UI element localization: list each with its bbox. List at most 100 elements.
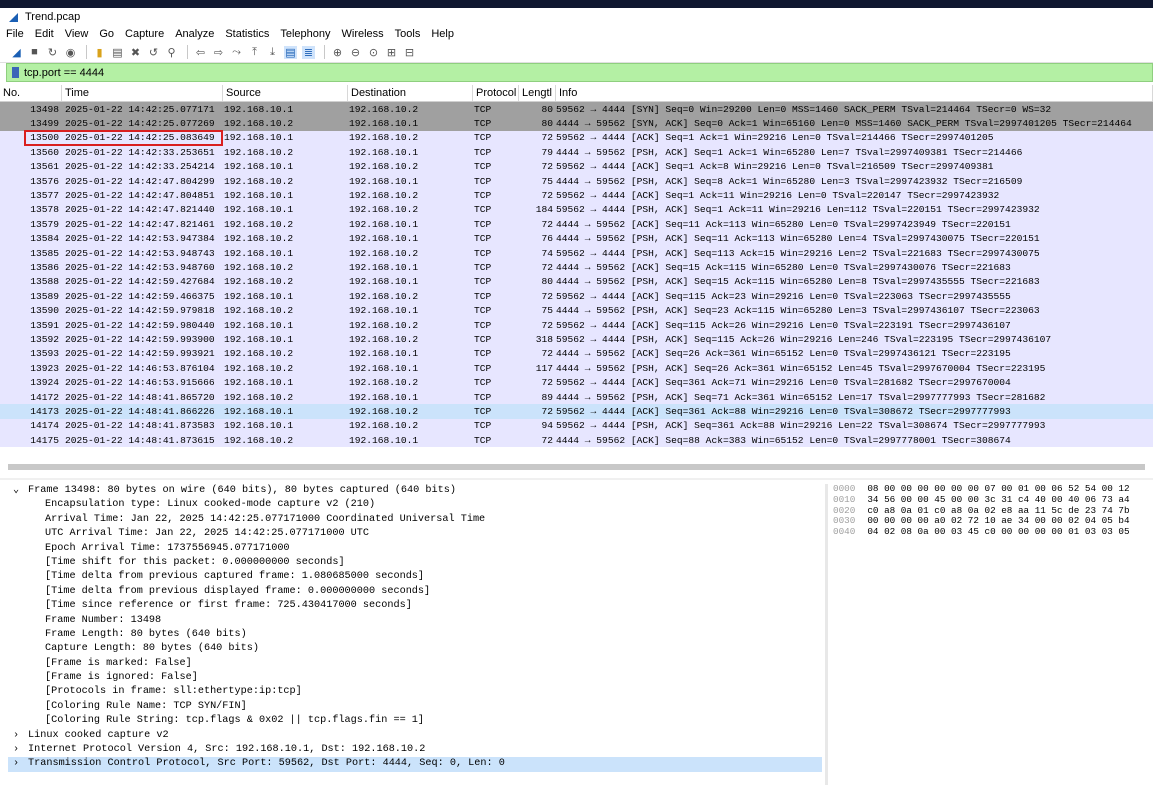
packet-row[interactable]: 13577 2025-01-22 14:42:47.804851 192.168.1…: [0, 188, 1153, 203]
bytes-line[interactable]: 0040 04 02 08 0a 00 03 45 c0 00 00 00 00 …: [830, 526, 1153, 538]
tree-frame-field[interactable]: [Coloring Rule Name: TCP SYN/FIN]: [8, 700, 822, 714]
colorize-icon[interactable]: ≣: [302, 45, 315, 59]
column-header-source[interactable]: Source: [223, 85, 348, 101]
packet-row[interactable]: 13591 2025-01-22 14:42:59.980440 192.168.1…: [0, 317, 1153, 333]
collapsed-chevron-icon[interactable]: ›: [13, 757, 19, 771]
tree-frame-field[interactable]: Epoch Arrival Time: 1737556945.077171000: [8, 542, 822, 556]
tree-tcp[interactable]: › Transmission Control Protocol, Src Port…: [8, 757, 822, 772]
menu-tools[interactable]: Tools: [395, 28, 421, 40]
packet-row[interactable]: 14172 2025-01-22 14:48:41.865720 192.168.1…: [0, 389, 1153, 405]
packet-row[interactable]: 13499 2025-01-22 14:42:25.077269 192.168.1…: [0, 116, 1153, 131]
packet-row[interactable]: 13498 2025-01-22 14:42:25.077171 192.168.1…: [0, 102, 1153, 117]
scrollbar-thumb[interactable]: [8, 464, 1145, 470]
menu-wireless[interactable]: Wireless: [342, 28, 384, 40]
bookmark-icon[interactable]: [12, 67, 19, 78]
column-header-time[interactable]: Time: [62, 85, 223, 101]
details-bytes-splitter[interactable]: [825, 484, 828, 785]
tree-frame-field[interactable]: [Time delta from previous captured frame…: [8, 570, 822, 584]
tree-frame-field[interactable]: Arrival Time: Jan 22, 2025 14:42:25.0771…: [8, 513, 822, 527]
packet-row[interactable]: 13924 2025-01-22 14:46:53.915666 192.168.1…: [0, 375, 1153, 390]
tree-frame-field[interactable]: [Protocols in frame: sll:ethertype:ip:tc…: [8, 685, 822, 699]
packet-row[interactable]: 13588 2025-01-22 14:42:59.427684 192.168.1…: [0, 274, 1153, 290]
expanded-chevron-icon[interactable]: ⌄: [13, 484, 19, 498]
last-icon[interactable]: ⤓: [266, 46, 279, 59]
packet-cell-dst: 192.168.10.2: [349, 247, 419, 259]
stop-icon[interactable]: ■: [28, 46, 41, 59]
packet-row[interactable]: 13585 2025-01-22 14:42:53.948743 192.168.1…: [0, 245, 1153, 261]
tree-frame-field[interactable]: [Frame is marked: False]: [8, 657, 822, 671]
packet-row[interactable]: 13923 2025-01-22 14:46:53.876104 192.168.1…: [0, 361, 1153, 376]
tree-frame-field[interactable]: Capture Length: 80 bytes (640 bits): [8, 642, 822, 656]
tree-frame-field[interactable]: [Coloring Rule String: tcp.flags & 0x02 …: [8, 714, 822, 728]
tree-frame[interactable]: ⌄ Frame 13498: 80 bytes on wire (640 bits…: [8, 484, 822, 498]
save-icon[interactable]: ▤: [111, 46, 124, 59]
packet-row[interactable]: 14173 2025-01-22 14:48:41.866226 192.168.1…: [0, 404, 1153, 419]
column-header-no[interactable]: No.: [0, 85, 62, 101]
menu-statistics[interactable]: Statistics: [225, 28, 269, 40]
packet-row[interactable]: 13584 2025-01-22 14:42:53.947384 192.168.1…: [0, 231, 1153, 246]
zoom-in-icon[interactable]: ⊕: [331, 46, 344, 59]
menu-go[interactable]: Go: [99, 28, 114, 40]
resize-columns-icon[interactable]: ⊞: [385, 46, 398, 59]
column-header-protocol[interactable]: Protocol: [473, 85, 519, 101]
collapsed-chevron-icon[interactable]: ›: [13, 743, 19, 757]
tree-frame-field[interactable]: UTC Arrival Time: Jan 22, 2025 14:42:25.…: [8, 527, 822, 541]
packet-row[interactable]: 13590 2025-01-22 14:42:59.979818 192.168.1…: [0, 303, 1153, 318]
menu-help[interactable]: Help: [431, 28, 454, 40]
column-header-destination[interactable]: Destination: [348, 85, 473, 101]
restart-icon[interactable]: ↻: [46, 46, 59, 59]
column-header-length[interactable]: Lengtl: [519, 85, 556, 101]
autoscroll-icon[interactable]: ▤: [284, 45, 297, 59]
tree-frame-field[interactable]: [Frame is ignored: False]: [8, 671, 822, 685]
packet-cell-info: 4444 → 59562 [ACK] Seq=88 Ack=383 Win=65…: [556, 434, 1011, 446]
bytes-hex: 08 00 00 00 00 00 00 07 00 01 00 06 52 5…: [867, 483, 1130, 494]
packet-row[interactable]: 13579 2025-01-22 14:42:47.821461 192.168.1…: [0, 217, 1153, 232]
forward-icon[interactable]: ⇨: [212, 46, 225, 59]
menu-file[interactable]: File: [6, 28, 24, 40]
packet-row[interactable]: 13586 2025-01-22 14:42:53.948760 192.168.1…: [0, 260, 1153, 275]
options-icon[interactable]: ◉: [64, 46, 77, 59]
packet-cell-proto: TCP: [474, 204, 492, 216]
find-icon[interactable]: ⚲: [165, 46, 178, 59]
first-icon[interactable]: ⤒: [248, 46, 261, 59]
packet-row[interactable]: 13576 2025-01-22 14:42:47.804299 192.168.1…: [0, 173, 1153, 189]
tree-frame-field[interactable]: [Time shift for this packet: 0.000000000…: [8, 556, 822, 570]
packet-row[interactable]: 13500 2025-01-22 14:42:25.083649 192.168.1…: [0, 130, 1153, 146]
menu-view[interactable]: View: [65, 28, 89, 40]
tree-sll[interactable]: › Linux cooked capture v2: [8, 729, 822, 743]
tree-frame-field[interactable]: Frame Length: 80 bytes (640 bits): [8, 628, 822, 642]
packet-row[interactable]: 13578 2025-01-22 14:42:47.821440 192.168.1…: [0, 202, 1153, 218]
open-icon[interactable]: ▮: [93, 46, 106, 59]
goto-icon[interactable]: ⤳: [230, 46, 243, 59]
close-file-icon[interactable]: ✖: [129, 46, 142, 59]
menu-edit[interactable]: Edit: [35, 28, 54, 40]
tree-frame-field[interactable]: Encapsulation type: Linux cooked-mode ca…: [8, 498, 822, 512]
layout-icon[interactable]: ⊟: [403, 46, 416, 59]
menu-telephony[interactable]: Telephony: [280, 28, 330, 40]
display-filter-input[interactable]: [24, 66, 1024, 79]
tree-frame-field[interactable]: [Time delta from previous displayed fram…: [8, 585, 822, 599]
zoom-normal-icon[interactable]: ⊙: [367, 46, 380, 59]
tree-frame-field[interactable]: [Time since reference or first frame: 72…: [8, 599, 822, 613]
packet-row[interactable]: 13593 2025-01-22 14:42:59.993921 192.168.1…: [0, 346, 1153, 362]
packet-row[interactable]: 13592 2025-01-22 14:42:59.993900 192.168.1…: [0, 332, 1153, 347]
collapsed-chevron-icon[interactable]: ›: [13, 729, 19, 743]
packet-cell-no: 13588: [30, 276, 59, 288]
tree-ip[interactable]: › Internet Protocol Version 4, Src: 192.1…: [8, 743, 822, 757]
menu-capture[interactable]: Capture: [125, 28, 164, 40]
zoom-out-icon[interactable]: ⊖: [349, 46, 362, 59]
packet-row[interactable]: 13561 2025-01-22 14:42:33.254214 192.168.1…: [0, 159, 1153, 174]
packet-row[interactable]: 14174 2025-01-22 14:48:41.873583 192.168.1…: [0, 418, 1153, 433]
packet-row[interactable]: 13589 2025-01-22 14:42:59.466375 192.168.1…: [0, 289, 1153, 304]
pane-splitter[interactable]: [0, 478, 1153, 480]
packet-list-hscrollbar[interactable]: [8, 462, 1145, 472]
packet-cell-time: 2025-01-22 14:42:53.948743: [65, 247, 215, 259]
packet-row[interactable]: 14175 2025-01-22 14:48:41.873615 192.168.1…: [0, 432, 1153, 448]
packet-row[interactable]: 13560 2025-01-22 14:42:33.253651 192.168.1…: [0, 145, 1153, 160]
column-header-info[interactable]: Info: [556, 85, 1153, 101]
tree-frame-field[interactable]: Frame Number: 13498: [8, 614, 822, 628]
menu-analyze[interactable]: Analyze: [175, 28, 214, 40]
reload-icon[interactable]: ↺: [147, 46, 160, 59]
back-icon[interactable]: ⇦: [194, 46, 207, 59]
shark-fin-start-icon[interactable]: ◢: [10, 46, 23, 59]
